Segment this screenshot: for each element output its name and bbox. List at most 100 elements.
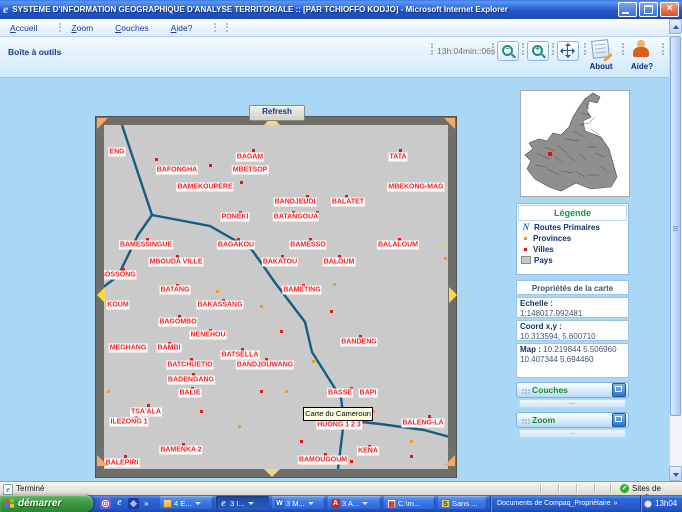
page-icon: e	[3, 484, 13, 495]
map-city-label: ENG	[108, 148, 125, 157]
couches-panel-footer[interactable]: ...	[519, 399, 626, 408]
map-city-label: BAKATOU	[262, 258, 298, 267]
taskbar-task-ie[interactable]: e3 I...	[216, 496, 269, 510]
couches-panel-bar[interactable]: Couches	[516, 382, 629, 398]
taskbar-task-word[interactable]: W3 M...	[272, 496, 325, 510]
ville-dot	[410, 455, 413, 458]
couches-collapse-button[interactable]	[612, 383, 626, 397]
taskbar: démarrer ◎ e ◆ » 4 E...e3 I...W3 M...A3 …	[0, 495, 682, 512]
restore-button[interactable]	[639, 2, 658, 17]
task-label: 3 M...	[286, 499, 305, 508]
refresh-button[interactable]: Refresh	[249, 105, 305, 121]
help-button[interactable]	[630, 39, 654, 59]
province-dot	[107, 390, 110, 393]
zoom-panel-bar[interactable]: Zoom	[516, 412, 629, 428]
menu-item-zoom[interactable]: Zoom	[71, 23, 93, 33]
quicklaunch-ie-icon[interactable]: e	[114, 498, 125, 509]
province-dot	[312, 360, 315, 363]
pan-corner-topleft[interactable]	[97, 118, 108, 129]
pan-down-arrow[interactable]	[264, 469, 280, 477]
clock-icon	[644, 500, 652, 508]
legend-item-label: Villes	[533, 245, 554, 254]
zoom-panel-footer[interactable]: ...	[519, 429, 626, 438]
title-bar: e SYSTEME D'INFORMATION GEOGRAPHIQUE D'A…	[0, 0, 682, 19]
scale-box: Echelle : 1:148017.992481	[516, 297, 629, 318]
map-city-label: BASSE	[327, 389, 353, 398]
close-button[interactable]: ×	[660, 2, 679, 17]
task-group-dropdown-icon[interactable]	[308, 502, 314, 505]
pan-button[interactable]	[557, 41, 579, 61]
map-city-label: BALALOUM	[377, 241, 419, 250]
legend-item: Provinces	[518, 232, 627, 243]
about-button[interactable]	[589, 39, 613, 59]
taskbar-task-folder[interactable]: 4 E...	[160, 496, 213, 510]
pan-right-arrow[interactable]	[449, 287, 457, 303]
map-city-label: BANDJOUWANG	[236, 361, 294, 370]
menu-item-couches[interactable]: Couches	[115, 23, 149, 33]
map-city-label: MBEKONG-MAG	[387, 183, 444, 192]
ville-dot	[155, 158, 158, 161]
map-city-label: BATANG	[160, 286, 191, 295]
up-arrow-icon	[673, 25, 679, 29]
scroll-up-button[interactable]	[669, 19, 682, 34]
docs-toolbar[interactable]: Documents de Compaq_Propriétaire »	[490, 495, 638, 512]
overview-map[interactable]	[520, 90, 630, 197]
map-city-label: BAFONGHA	[156, 166, 198, 175]
taskbar-task-img[interactable]: ▦C:\m...	[384, 496, 435, 510]
primary-road	[122, 125, 152, 215]
quicklaunch-overflow-chevron[interactable]: »	[144, 495, 148, 512]
province-dot	[410, 440, 413, 443]
quicklaunch-app-icon[interactable]: ◎	[100, 498, 111, 509]
map-properties-title: Propriétés de la carte	[516, 280, 629, 295]
menu-separator	[214, 23, 216, 32]
map-city-label: BAGAM	[236, 153, 264, 162]
pan-corner-bottomleft[interactable]	[97, 455, 108, 466]
map-city-label: NENEHOU	[189, 331, 226, 340]
pan-left-arrow[interactable]	[97, 287, 105, 303]
province-dot	[285, 390, 288, 393]
menu-separator	[226, 23, 228, 32]
legend-item: Villes	[518, 243, 627, 254]
map-city-label: BAKASSANG	[196, 301, 243, 310]
legend-items: NRoutes PrimairesProvincesVillesPays	[518, 221, 627, 265]
minimize-button[interactable]	[618, 2, 637, 17]
task-group-dropdown-icon[interactable]	[248, 502, 254, 505]
docs-overflow-chevron[interactable]: »	[614, 500, 618, 507]
task-group-dropdown-icon[interactable]	[195, 502, 201, 505]
start-button[interactable]: démarrer	[0, 495, 93, 512]
menu-item-aide[interactable]: Aide?	[171, 23, 193, 33]
extent-box: Map : 10.219844 5.506960 10.407344 5.694…	[516, 343, 629, 378]
quicklaunch-book-icon[interactable]: ◆	[128, 498, 139, 509]
legend-item-label: Provinces	[533, 234, 571, 243]
province-dot	[238, 425, 241, 428]
zoom-collapse-button[interactable]	[612, 413, 626, 427]
primary-road	[152, 215, 344, 469]
map-city-label: BALOUM	[323, 258, 356, 267]
task-group-dropdown-icon[interactable]	[362, 502, 368, 505]
drag-handle-icon	[522, 419, 524, 421]
map-city-label: BAGOMBO	[158, 318, 197, 327]
folder-icon	[163, 499, 172, 508]
province-dot	[442, 243, 445, 246]
start-label: démarrer	[18, 498, 61, 509]
map-city-label: BATANGOUA	[273, 213, 319, 222]
pan-corner-topright[interactable]	[444, 118, 455, 129]
ville-dot	[200, 410, 203, 413]
zoom-out-button[interactable]: −	[497, 41, 519, 61]
zoom-in-button[interactable]: +	[527, 41, 549, 61]
map-city-label: KENA	[357, 447, 379, 456]
legend-panel: Légende NRoutes PrimairesProvincesVilles…	[516, 203, 629, 275]
ville-dot	[260, 390, 263, 393]
tray-clock: 13h04	[655, 499, 677, 508]
task-label: C:\m...	[398, 499, 420, 508]
scroll-down-button[interactable]	[669, 466, 682, 481]
menu-item-accueil[interactable]: Accueil	[10, 23, 37, 33]
pdf-icon: A	[331, 499, 340, 508]
scrollbar-thumb[interactable]	[670, 36, 681, 416]
map-city-label: BALEPIRI	[105, 459, 140, 468]
pan-corner-bottomright[interactable]	[444, 455, 455, 466]
taskbar-task-pdf[interactable]: A3 A...	[328, 496, 381, 510]
map-viewport[interactable]: ENGBAFONGHABAGAMTATAMBETSOPBAMEKOUPEREMB…	[104, 125, 448, 469]
app-icon: S	[441, 499, 450, 508]
taskbar-task-app[interactable]: SSans ...	[438, 496, 487, 510]
